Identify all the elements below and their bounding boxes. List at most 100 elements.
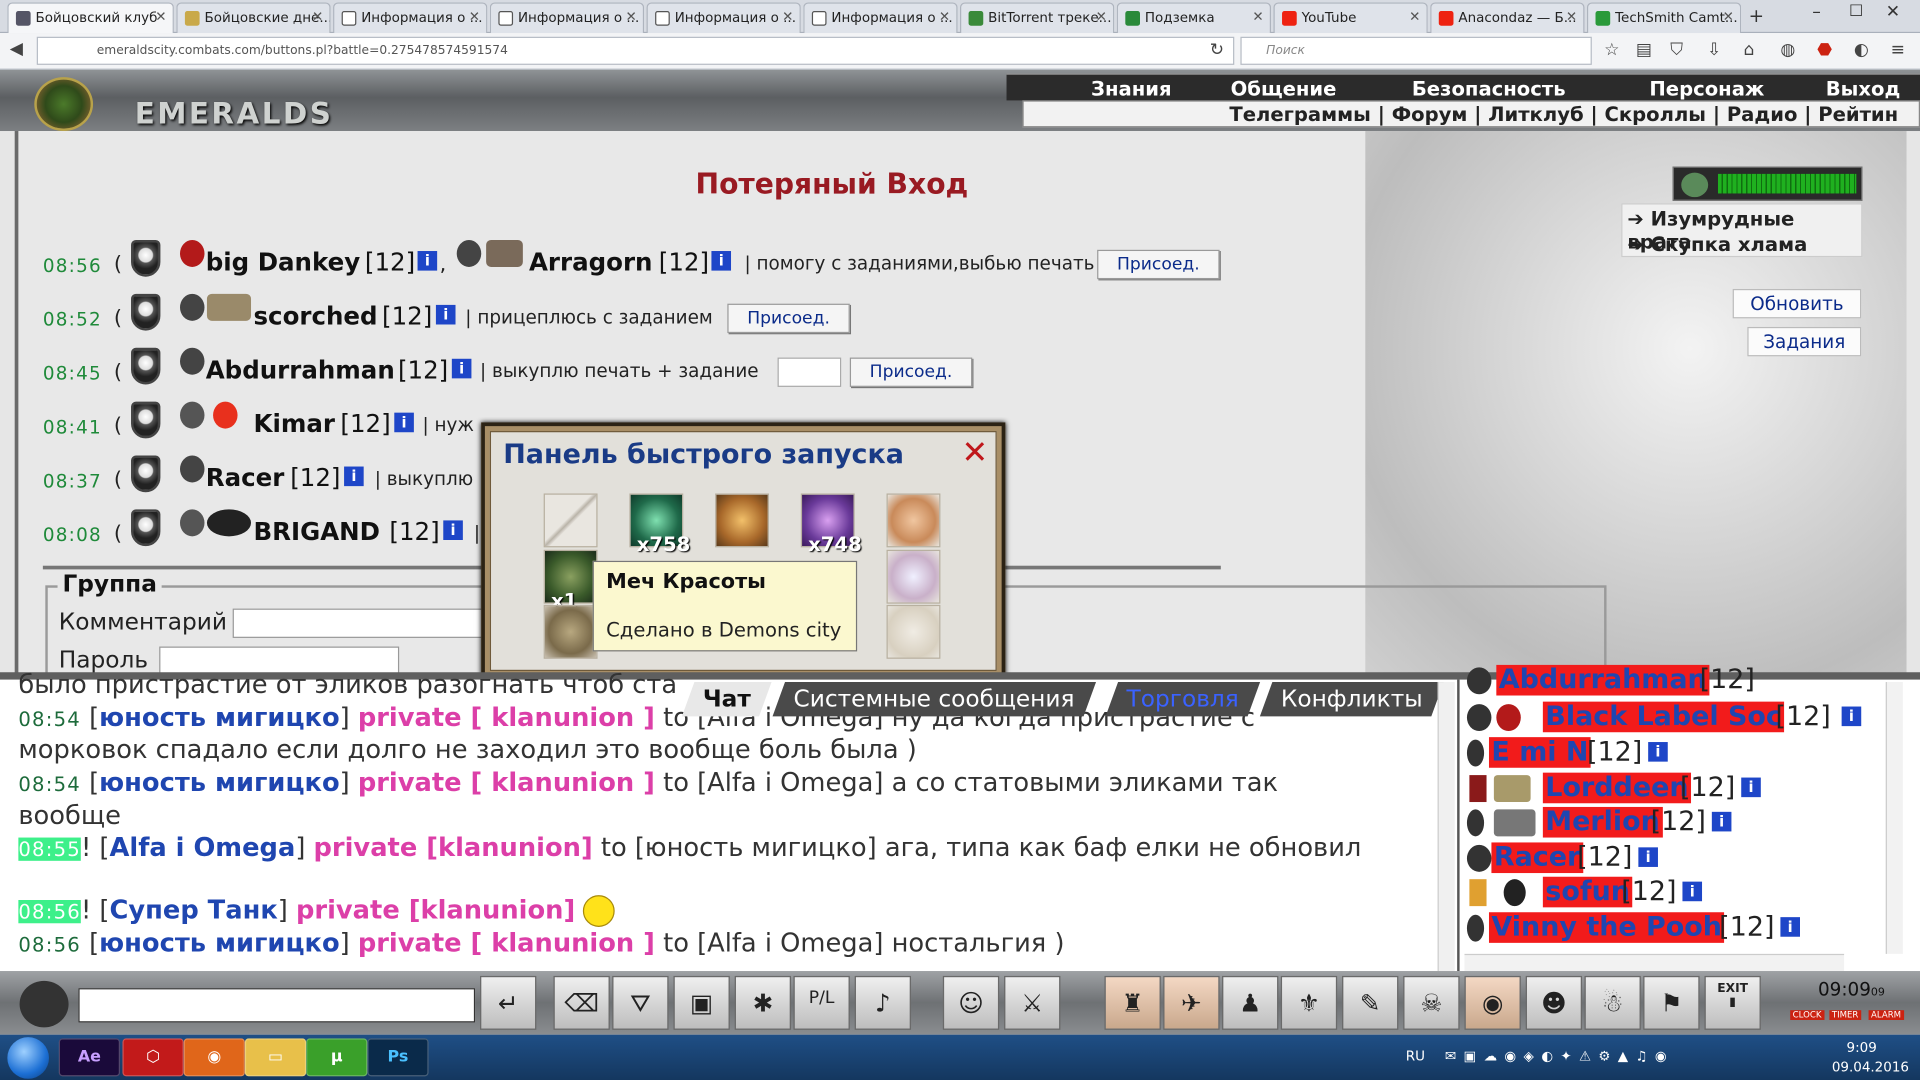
group-icon[interactable]: ☃: [1584, 975, 1641, 1030]
chat-icon[interactable]: ◍: [1780, 40, 1795, 60]
info-icon[interactable]: i: [443, 520, 463, 541]
tab-system-messages[interactable]: Системные сообщения: [772, 682, 1096, 717]
close-tab-icon[interactable]: ✕: [1096, 9, 1107, 25]
tab-7[interactable]: Подземка ✕: [1116, 2, 1272, 34]
utorrent-icon[interactable]: µ: [306, 1038, 368, 1077]
reading-list-icon[interactable]: ▤: [1636, 40, 1652, 60]
new-tab-icon[interactable]: +: [1749, 5, 1764, 27]
tab-9[interactable]: Anacondaz — Б... ✕: [1430, 2, 1585, 34]
inventory-icon[interactable]: ♟: [1222, 975, 1279, 1030]
info-icon[interactable]: i: [1682, 881, 1703, 902]
menu-knowledge[interactable]: Знания: [1091, 77, 1172, 100]
close-tab-icon[interactable]: ✕: [1723, 9, 1734, 25]
close-tab-icon[interactable]: ✕: [312, 9, 323, 25]
close-tab-icon[interactable]: ✕: [1252, 9, 1263, 25]
chat-private-tag[interactable]: private [ klanunion ]: [358, 928, 655, 957]
quest-icon[interactable]: ⚜: [1280, 975, 1338, 1030]
player-nick[interactable]: big Dankey: [206, 247, 360, 276]
tab-8[interactable]: YouTube ✕: [1273, 2, 1428, 34]
chat-speaker-icon[interactable]: [19, 980, 69, 1028]
exit-button[interactable]: EXIT ▮: [1704, 975, 1761, 1030]
info-icon[interactable]: i: [1841, 706, 1862, 727]
menu-icon[interactable]: ≡: [1891, 40, 1905, 60]
start-button[interactable]: [7, 1037, 49, 1079]
chat-nick[interactable]: юность мигицко: [99, 768, 339, 797]
chat-private-tag[interactable]: private [ klanunion ]: [358, 768, 655, 797]
acrobat-icon[interactable]: ⬡: [122, 1038, 184, 1077]
language-indicator[interactable]: RU: [1406, 1048, 1425, 1064]
join-button[interactable]: Присоед.: [727, 303, 850, 334]
skills-icon[interactable]: ✎: [1342, 975, 1399, 1030]
dance-icon[interactable]: ✱: [734, 975, 792, 1030]
menu-security[interactable]: Безопасность: [1412, 77, 1566, 100]
submenu-links[interactable]: Телеграммы | Форум | Литклуб | Скроллы |…: [1229, 103, 1898, 126]
info-icon[interactable]: i: [451, 358, 472, 379]
player-nick[interactable]: BRIGAND: [253, 517, 380, 546]
explorer-icon[interactable]: ▭: [244, 1038, 307, 1077]
player-nick[interactable]: Arragorn: [529, 247, 653, 276]
clear-icon[interactable]: ⌫: [553, 975, 610, 1030]
tasks-button[interactable]: Задания: [1747, 326, 1862, 357]
comment-field[interactable]: [232, 608, 490, 638]
timer-label[interactable]: TIMER: [1829, 1010, 1861, 1021]
map-icon[interactable]: ✈: [1163, 975, 1220, 1030]
chat-private-tag[interactable]: private [klanunion]: [314, 833, 593, 862]
bookmark-star-icon[interactable]: ☆: [1604, 40, 1619, 60]
tab-chat[interactable]: Чат: [681, 682, 772, 717]
info-icon[interactable]: i: [1638, 847, 1658, 867]
clock-label[interactable]: CLOCK: [1790, 1010, 1824, 1021]
info-icon[interactable]: i: [435, 304, 456, 325]
sound-icon[interactable]: ♪: [854, 975, 912, 1030]
user-nick[interactable]: sofun: [1542, 876, 1633, 908]
url-bar[interactable]: emeraldscity.combats.com/buttons.pl?batt…: [36, 36, 1235, 65]
filter-icon[interactable]: ⛛: [612, 975, 669, 1030]
slot-amulet[interactable]: [543, 604, 598, 659]
chat-time[interactable]: 08:56: [18, 933, 81, 956]
pocket-icon[interactable]: ⛉: [1670, 40, 1683, 60]
info-icon[interactable]: i: [711, 251, 732, 271]
user-nick[interactable]: Black Label Soc: [1542, 701, 1785, 733]
slot-empty-sword[interactable]: [543, 493, 598, 548]
close-tab-icon[interactable]: ✕: [939, 9, 950, 25]
adblock-icon[interactable]: ⬣: [1817, 40, 1832, 60]
info-icon[interactable]: i: [1780, 917, 1801, 937]
chat-input[interactable]: [78, 988, 476, 1023]
close-tab-icon[interactable]: ✕: [625, 9, 636, 25]
home-icon[interactable]: ⌂: [1744, 40, 1755, 60]
close-tab-icon[interactable]: ✕: [782, 9, 793, 25]
fight-icon[interactable]: ◉: [1464, 975, 1521, 1030]
info-icon[interactable]: i: [1741, 777, 1761, 798]
userlist-hscrollbar[interactable]: [1464, 953, 1845, 972]
slot-sword-beauty[interactable]: x1: [543, 549, 598, 612]
tab-conflicts[interactable]: Конфликты: [1259, 682, 1444, 717]
maximize-icon[interactable]: ☐: [1849, 2, 1863, 20]
character-icon[interactable]: ♜: [1104, 975, 1161, 1030]
alarm-label[interactable]: ALARM: [1868, 1010, 1904, 1021]
download-icon[interactable]: ⇩: [1707, 40, 1721, 60]
side-link-junk-shop[interactable]: ➔ Скупка хлама: [1627, 233, 1807, 256]
slot-potion-purple[interactable]: x748: [800, 493, 862, 556]
menu-communication[interactable]: Общение: [1231, 77, 1337, 100]
photoshop-icon[interactable]: Ps: [367, 1038, 429, 1077]
chat-scrollbar[interactable]: [1437, 682, 1455, 972]
chat-time[interactable]: 08:56: [18, 900, 81, 924]
info-icon[interactable]: i: [1648, 742, 1668, 762]
search-input[interactable]: Поиск: [1240, 36, 1592, 65]
chat-private-tag[interactable]: private [ klanunion ]: [358, 703, 655, 732]
tab-2[interactable]: Информация о ... ✕: [333, 2, 488, 34]
close-tab-icon[interactable]: ✕: [469, 9, 480, 25]
user-nick[interactable]: Racer: [1491, 842, 1583, 874]
close-tab-icon[interactable]: ✕: [1409, 9, 1420, 25]
close-icon[interactable]: ✕: [961, 435, 988, 472]
tab-3[interactable]: Информация о ... ✕: [489, 2, 645, 34]
sync-icon[interactable]: ◐: [1854, 40, 1869, 60]
info-icon[interactable]: i: [344, 466, 364, 487]
clan-chat-icon[interactable]: ⚔: [1004, 975, 1061, 1030]
player-nick[interactable]: Racer: [206, 463, 285, 492]
chat-private-tag[interactable]: private [klanunion]: [296, 895, 575, 924]
chat-time[interactable]: 08:55: [18, 837, 81, 861]
info-icon[interactable]: i: [1711, 811, 1732, 832]
menu-character[interactable]: Персонаж: [1649, 77, 1764, 100]
save-icon[interactable]: ▣: [673, 975, 730, 1030]
tab-6[interactable]: BitTorrent треке... ✕: [960, 2, 1115, 34]
